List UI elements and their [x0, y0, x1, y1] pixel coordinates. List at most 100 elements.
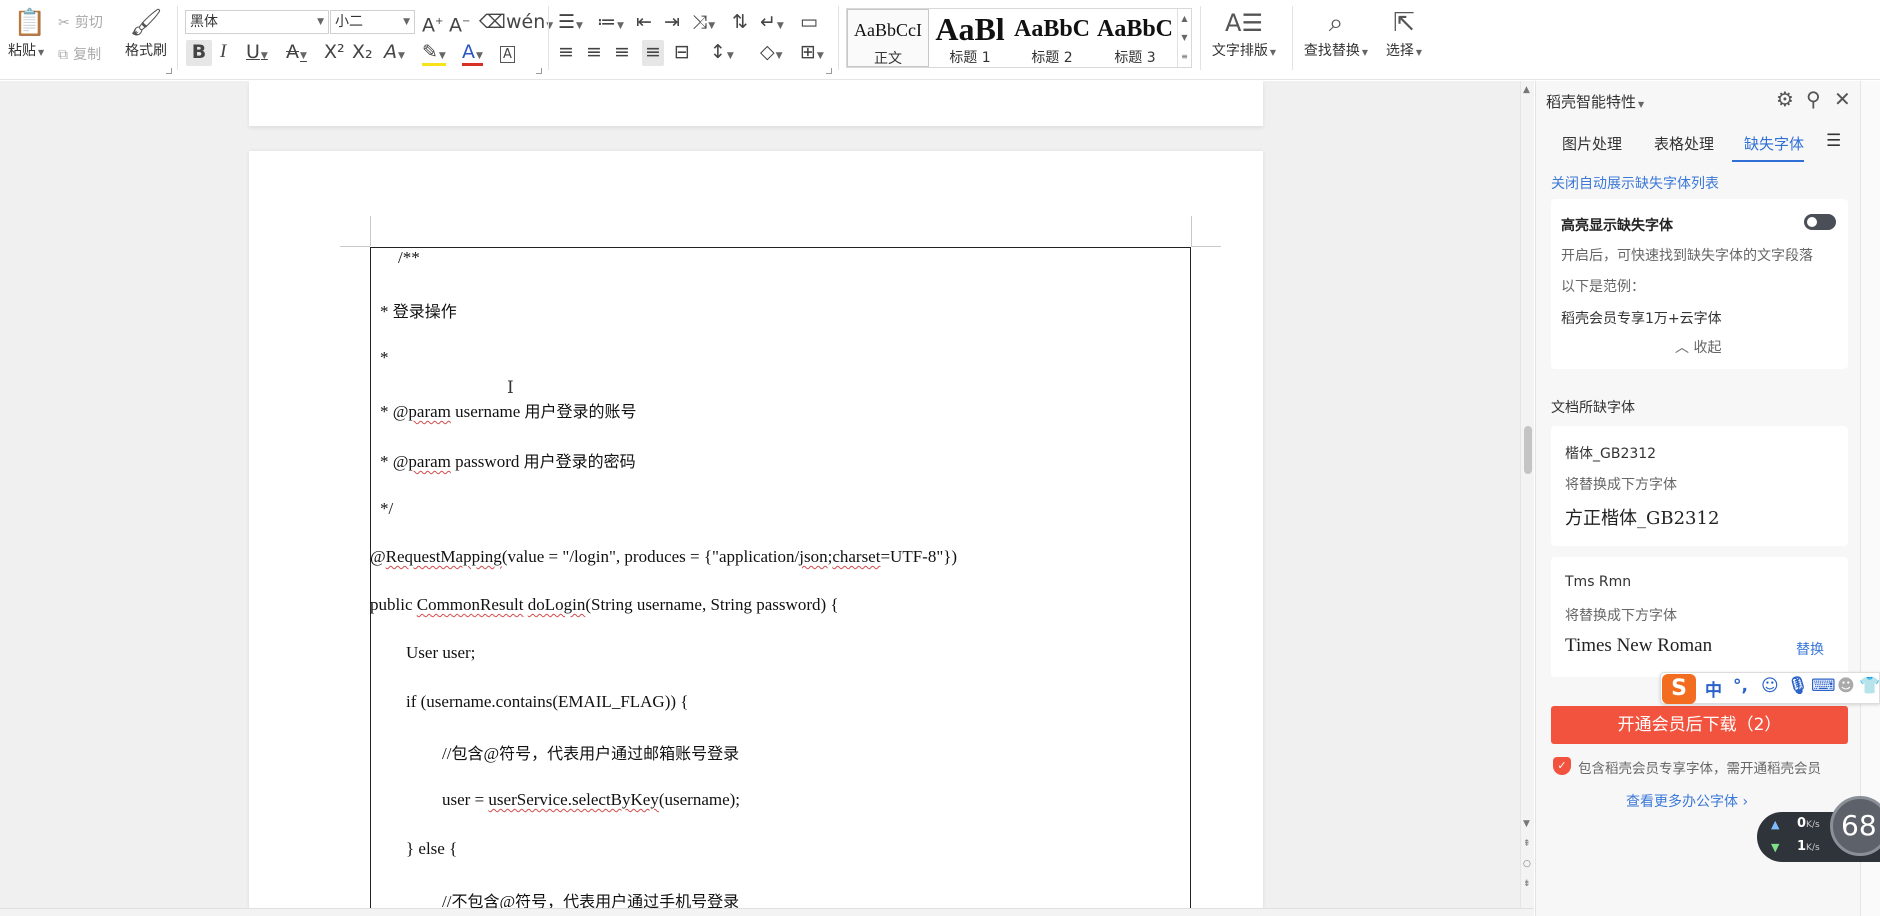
font-size-select[interactable]: 小二 ▼ — [330, 10, 415, 34]
tab-image-processing[interactable]: 图片处理 — [1562, 133, 1622, 154]
select-label: 选择 — [1385, 43, 1414, 59]
prev-page-icon[interactable]: ⇞ — [1523, 839, 1531, 849]
spellcheck-word: doLogin — [527, 595, 586, 614]
panel-title[interactable]: 稻壳智能特性 ▼ — [1546, 91, 1644, 112]
pin-icon[interactable]: ⚲ — [1806, 87, 1821, 111]
style-heading-1[interactable]: AaBl 标题 1 — [929, 9, 1011, 67]
line-spacing-button[interactable]: ↕▼ — [710, 40, 734, 66]
next-page-icon[interactable]: ⇟ — [1523, 879, 1531, 889]
group-expander-icon[interactable] — [166, 68, 172, 74]
style-heading-3[interactable]: AaBbC 标题 3 — [1093, 9, 1177, 67]
highlight-title: 高亮显示缺失字体 — [1561, 218, 1673, 234]
scroll-up-icon[interactable]: ▲ — [1523, 85, 1530, 95]
code-line: * 登录操作 — [380, 298, 457, 322]
sort-button[interactable]: ⇅ — [732, 10, 748, 36]
code-token: 用户登录的账号 — [524, 402, 637, 421]
spellcheck-word: CommonResult — [416, 595, 524, 614]
code-token: 符号，代表用户通过邮箱账号登录 — [499, 744, 740, 763]
code-token: * @ — [380, 452, 409, 471]
bullet-list-button[interactable]: ☰▼ — [558, 10, 583, 36]
align-center-button[interactable]: ≡ — [586, 40, 602, 66]
subscript-button[interactable]: X₂ — [352, 40, 373, 66]
align-left-button[interactable]: ≡ — [558, 40, 574, 66]
ime-toolbar[interactable]: S 中 °, ☺ 🎙 ⌨ ☻ 👕 — [1660, 672, 1880, 704]
copy-label: 复制 — [73, 47, 102, 63]
italic-button[interactable]: I — [220, 40, 226, 66]
skin-icon[interactable]: 👕 — [1859, 676, 1880, 696]
scroll-down-icon[interactable]: ▼ — [1523, 819, 1530, 829]
highlight-toggle[interactable] — [1804, 214, 1836, 230]
sogou-logo-icon[interactable]: S — [1662, 674, 1696, 704]
scrollbar-thumb[interactable] — [1524, 426, 1532, 474]
shading-button[interactable]: ◇▼ — [760, 40, 783, 66]
text-layout-button[interactable]: A☰ 文字排版 ▼ — [1208, 6, 1280, 60]
phonetic-guide-icon[interactable]: wén▼ — [506, 10, 553, 36]
download-with-membership-button[interactable]: 开通会员后下载（2） — [1551, 706, 1848, 744]
borders-button[interactable]: ⊞▼ — [800, 40, 824, 66]
spellcheck-word: param — [408, 452, 451, 471]
group-expander-icon[interactable] — [826, 68, 832, 74]
select-button[interactable]: ⇱ 选择 ▼ — [1380, 6, 1428, 60]
style-normal[interactable]: AaBbCcI 正文 — [847, 9, 929, 67]
increase-indent-button[interactable]: ⇥ — [664, 10, 680, 36]
grow-font-button[interactable]: A+ — [422, 10, 443, 36]
menu-icon[interactable]: ☰ — [1826, 131, 1841, 151]
distributed-button[interactable]: ⊟ — [674, 40, 690, 66]
char-border-button[interactable]: A — [500, 40, 515, 66]
style-sample: AaBbC — [1096, 16, 1174, 42]
find-replace-button[interactable]: ⌕ 查找替换 ▼ — [1300, 6, 1372, 60]
chevron-down-icon: ▼ — [403, 17, 410, 27]
shrink-font-button[interactable]: A− — [449, 10, 470, 36]
select-browse-icon[interactable]: ○ — [1523, 859, 1531, 869]
justify-button[interactable]: ≡ — [642, 40, 664, 66]
numbered-list-button[interactable]: ≔▼ — [597, 10, 624, 36]
show-marks-button[interactable]: ↵▼ — [760, 10, 784, 36]
code-token: password — [450, 452, 524, 471]
vertical-scrollbar[interactable]: ▲ ▼ ⇞ ○ ⇟ — [1520, 81, 1534, 908]
tab-table-processing[interactable]: 表格处理 — [1654, 133, 1714, 154]
ribbon-toolbar: 📋 粘贴 ▼ ✂ 剪切 ⧉ 复制 🖌 格式刷 黑体 ▼ 小二 ▼ A+ A− ⌫ … — [0, 0, 1880, 80]
highlight-desc: 开启后，可快速找到缺失字体的文字段落 — [1561, 248, 1813, 264]
align-right-button[interactable]: ≡ — [614, 40, 630, 66]
superscript-button[interactable]: X² — [324, 40, 345, 66]
more-fonts-link[interactable]: 查看更多办公字体 › — [1626, 791, 1748, 811]
horizontal-scrollbar[interactable] — [0, 908, 1534, 916]
close-icon[interactable]: ✕ — [1834, 87, 1851, 111]
download-speed: 1K/s — [1797, 839, 1820, 854]
keyboard-icon[interactable]: ⌨ — [1811, 676, 1836, 696]
font-color-button[interactable]: A▼ — [462, 40, 483, 66]
group-expander-icon[interactable] — [536, 68, 542, 74]
text-effect-button[interactable]: A▼ — [384, 40, 405, 66]
chevron-down-icon: ▼ — [1269, 48, 1277, 57]
format-painter-button[interactable]: 🖌 格式刷 — [121, 6, 171, 60]
cut-button[interactable]: ✂ 剪切 — [58, 12, 103, 32]
emoji-icon[interactable]: ☺ — [1761, 676, 1779, 696]
punctuation-icon[interactable]: °, — [1733, 676, 1748, 696]
tab-missing-fonts[interactable]: 缺失字体 — [1744, 133, 1804, 154]
close-auto-show-link[interactable]: 关闭自动展示缺失字体列表 — [1551, 173, 1719, 193]
strikethrough-button[interactable]: A▼ — [286, 40, 307, 66]
collapse-button[interactable]: ︿ 收起 — [1675, 337, 1721, 357]
font-name-select[interactable]: 黑体 ▼ — [185, 10, 329, 34]
bold-button[interactable]: B — [186, 40, 212, 66]
ruler-button[interactable]: ▭ — [800, 10, 818, 36]
settings-icon[interactable]: ⚙ — [1776, 87, 1794, 111]
crop-mark — [340, 246, 370, 247]
copy-button[interactable]: ⧉ 复制 — [58, 44, 101, 64]
text-direction-button[interactable]: ⤨▼ — [692, 10, 715, 36]
decrease-indent-button[interactable]: ⇤ — [636, 10, 652, 36]
underline-button[interactable]: U▼ — [246, 40, 268, 66]
ime-language[interactable]: 中 — [1705, 676, 1722, 701]
highlight-color-button[interactable]: ✎▼ — [422, 40, 446, 66]
clear-format-icon[interactable]: ⌫ — [479, 10, 506, 36]
replace-button[interactable]: 替换 — [1796, 639, 1824, 659]
user-icon[interactable]: ☻ — [1837, 676, 1855, 696]
code-token: User user; — [406, 643, 476, 662]
gallery-scroll[interactable]: ▲ ▼ ≡ — [1177, 9, 1191, 67]
code-token: (String username, String password) { — [585, 595, 839, 614]
microphone-icon[interactable]: 🎙 — [1787, 676, 1809, 696]
paste-button[interactable]: 📋 粘贴 ▼ — [8, 6, 52, 60]
divider — [548, 6, 549, 70]
style-heading-2[interactable]: AaBbC 标题 2 — [1011, 9, 1093, 67]
code-token: if (username.contains(EMAIL_FLAG)) { — [406, 692, 689, 711]
